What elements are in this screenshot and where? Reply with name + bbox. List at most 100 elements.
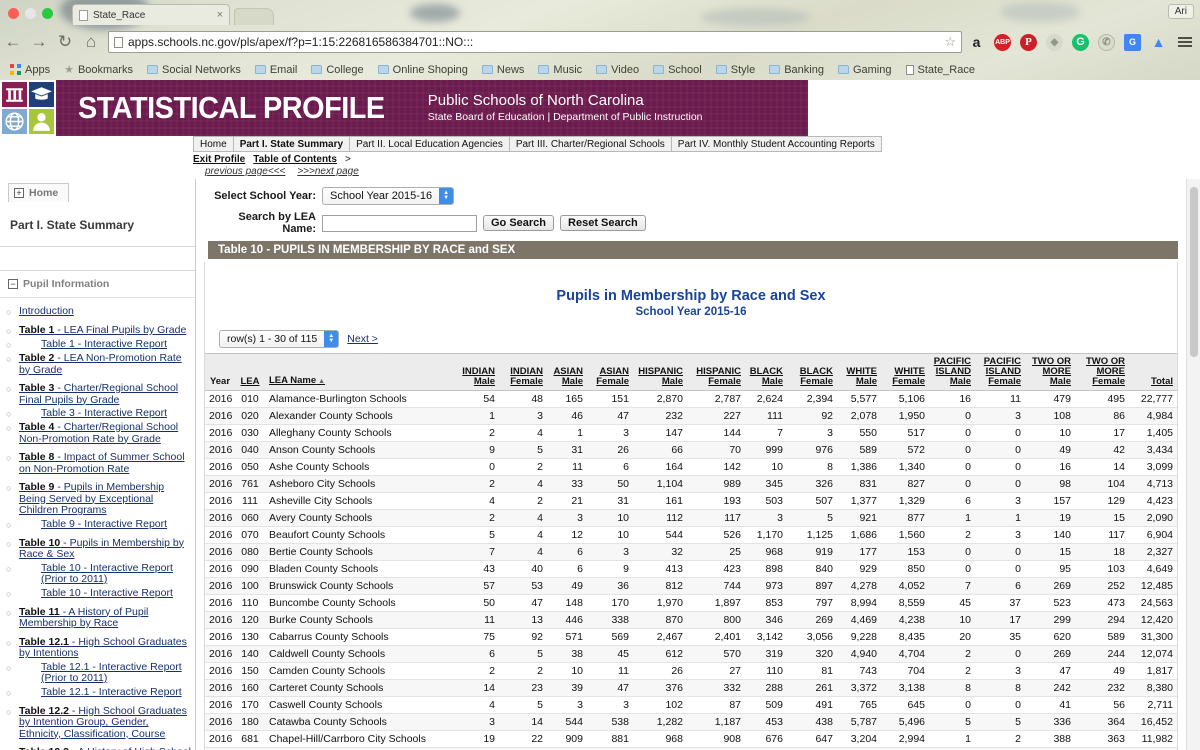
chrome-menu-icon[interactable] [1178, 37, 1192, 47]
bookmark-college[interactable]: College [305, 63, 369, 77]
select-stepper-icon[interactable]: ▲ ▼ [439, 188, 454, 204]
col-header-year[interactable]: Year [205, 353, 235, 391]
sidebar-link-10[interactable]: Table 10 - Pupils in Membership by Race … [19, 537, 191, 561]
sidebar-link-12[interactable]: Table 10 - Interactive Report [19, 587, 173, 600]
bookmark-banking[interactable]: Banking [763, 63, 830, 77]
bookmark-gaming[interactable]: Gaming [832, 63, 898, 77]
nav-tab-part-ii-local-education-agencies[interactable]: Part II. Local Education Agencies [349, 136, 509, 152]
rows-range-select[interactable]: row(s) 1 - 30 of 115 ▲ ▼ [219, 330, 340, 348]
col-header-pacific-island-male[interactable]: PACIFIC ISLAND Male [929, 353, 975, 391]
col-header-indian-male[interactable]: INDIAN Male [455, 353, 499, 391]
pinterest-icon[interactable]: P [1020, 33, 1037, 51]
sidebar-link-6[interactable]: Table 4 - Charter/Regional School Non-Pr… [19, 421, 191, 445]
col-header-black-female[interactable]: BLACK Female [787, 353, 837, 391]
ghostery-icon[interactable]: ◈ [1046, 33, 1063, 51]
sort-ascending-icon[interactable]: ▲ [316, 378, 325, 385]
bookmark-apps[interactable]: Apps [4, 63, 56, 77]
previous-page-link[interactable]: previous page<<< [205, 166, 285, 177]
col-header-two-or-more-male[interactable]: TWO OR MORE Male [1025, 353, 1075, 391]
sidebar-link-7[interactable]: Table 8 - Impact of Summer School on Non… [19, 451, 191, 475]
school-year-select[interactable]: School Year 2015-16 ▲ ▼ [322, 187, 455, 205]
page-scrollbar[interactable] [1186, 179, 1200, 750]
adblock-plus-icon[interactable]: ABP [994, 33, 1011, 51]
col-header-hispanic-female[interactable]: HISPANIC Female [687, 353, 745, 391]
next-page-results-link[interactable]: Next > [347, 333, 378, 345]
close-window-button[interactable] [8, 8, 19, 19]
sidebar-link-16[interactable]: Table 12.1 - Interactive Report [19, 686, 182, 699]
col-header-white-male[interactable]: WHITE Male [837, 353, 881, 391]
table-cell: 37 [975, 594, 1025, 612]
lea-search-input[interactable] [322, 214, 477, 232]
col-header-lea[interactable]: LEA [235, 353, 265, 391]
nav-tab-part-iv-monthly-student-accounting-reports[interactable]: Part IV. Monthly Student Accounting Repo… [670, 136, 882, 152]
bookmark-social-networks[interactable]: Social Networks [141, 63, 247, 77]
bookmark-news[interactable]: News [476, 63, 531, 77]
sidebar-link-13[interactable]: Table 11 - A History of Pupil Membership… [19, 606, 191, 630]
close-tab-icon[interactable]: × [217, 9, 223, 21]
sidebar-link-1[interactable]: Table 1 - LEA Final Pupils by Grade [19, 324, 186, 337]
sidebar-item-home[interactable]: + Home [8, 183, 70, 202]
browser-tab-state-race[interactable]: State_Race × [72, 4, 230, 25]
table-cell: 2,401 [687, 628, 745, 646]
bookmark-online-shoping[interactable]: Online Shoping [372, 63, 474, 77]
scrollbar-thumb[interactable] [1190, 187, 1198, 357]
profile-name-chip[interactable]: Ari [1167, 4, 1194, 19]
bookmark-bookmarks[interactable]: ★ Bookmarks [58, 62, 139, 77]
bookmark-school[interactable]: School [647, 63, 708, 77]
new-tab-button[interactable] [234, 8, 274, 25]
select-stepper-icon[interactable]: ▲ ▼ [324, 331, 339, 347]
col-header-indian-female[interactable]: INDIAN Female [499, 353, 547, 391]
grammarly-icon[interactable]: G [1072, 33, 1089, 51]
bookmark-state-race[interactable]: State_Race [900, 63, 981, 77]
col-header-hispanic-male[interactable]: HISPANIC Male [633, 353, 687, 391]
amazon-extension-icon[interactable]: a [968, 34, 985, 51]
bookmark-email[interactable]: Email [249, 63, 304, 77]
sidebar-link-8[interactable]: Table 9 - Pupils in Membership Being Ser… [19, 481, 191, 517]
col-header-two-or-more-female[interactable]: TWO OR MORE Female [1075, 353, 1129, 391]
sidebar-link-0[interactable]: Introduction [19, 305, 74, 318]
sidebar-section-pupil-information[interactable]: − Pupil Information [0, 271, 195, 298]
sidebar-link-4[interactable]: Table 3 - Charter/Regional School Final … [19, 382, 191, 406]
table-cell: 2016 [205, 730, 235, 748]
col-header-white-female[interactable]: WHITE Female [881, 353, 929, 391]
table-of-contents-link[interactable]: Table of Contents [253, 154, 337, 165]
bookmark-star-icon[interactable]: ☆ [944, 34, 956, 50]
nav-tab-part-i-state-summary[interactable]: Part I. State Summary [232, 136, 350, 152]
address-bar[interactable]: apps.schools.nc.gov/pls/apex/f?p=1:15:22… [108, 31, 962, 53]
sidebar-link-9[interactable]: Table 9 - Interactive Report [19, 518, 167, 531]
col-header-black-male[interactable]: BLACK Male [745, 353, 787, 391]
forward-icon[interactable]: → [26, 29, 52, 55]
bookmark-video[interactable]: Video [590, 63, 645, 77]
col-header-lea-name[interactable]: LEA Name ▲ [265, 353, 455, 391]
nav-tab-home[interactable]: Home [193, 136, 233, 152]
sidebar-link-14[interactable]: Table 12.1 - High School Graduates by In… [19, 636, 191, 660]
bookmark-style[interactable]: Style [710, 63, 761, 77]
home-icon[interactable]: ⌂ [78, 29, 104, 55]
sidebar-link-2[interactable]: Table 1 - Interactive Report [19, 338, 167, 351]
reload-icon[interactable]: ↻ [52, 29, 78, 55]
col-header-total[interactable]: Total [1129, 353, 1177, 391]
next-page-link[interactable]: >>>next page [297, 166, 358, 177]
google-docs-icon[interactable]: G [1124, 33, 1141, 51]
sidebar-link-5[interactable]: Table 3 - Interactive Report [19, 407, 167, 420]
sidebar-link-15[interactable]: Table 12.1 - Interactive Report (Prior t… [19, 661, 191, 685]
collapse-icon[interactable]: − [8, 279, 18, 289]
sidebar-link-3[interactable]: Table 2 - LEA Non-Promotion Rate by Grad… [19, 352, 191, 376]
minimize-window-button[interactable] [25, 8, 36, 19]
col-header-pacific-island-female[interactable]: PACIFIC ISLAND Female [975, 353, 1025, 391]
bookmark-music[interactable]: Music [532, 63, 588, 77]
sidebar-link-11[interactable]: Table 10 - Interactive Report (Prior to … [19, 562, 191, 586]
expand-icon[interactable]: + [14, 188, 24, 198]
sidebar-link-17[interactable]: Table 12.2 - High School Graduates by In… [19, 705, 191, 741]
col-header-asian-female[interactable]: ASIAN Female [587, 353, 633, 391]
exit-profile-link[interactable]: Exit Profile [193, 154, 245, 165]
go-search-button[interactable]: Go Search [483, 215, 555, 231]
google-drive-icon[interactable]: ▲ [1150, 34, 1167, 51]
maximize-window-button[interactable] [42, 8, 53, 19]
site-header: STATISTICAL PROFILE Public Schools of No… [0, 80, 1200, 136]
reset-search-button[interactable]: Reset Search [560, 215, 646, 231]
back-icon[interactable]: ← [0, 29, 26, 55]
col-header-asian-male[interactable]: ASIAN Male [547, 353, 587, 391]
nav-tab-part-iii-charter-regional-schools[interactable]: Part III. Charter/Regional Schools [508, 136, 671, 152]
compass-icon[interactable]: ✆ [1098, 33, 1115, 51]
